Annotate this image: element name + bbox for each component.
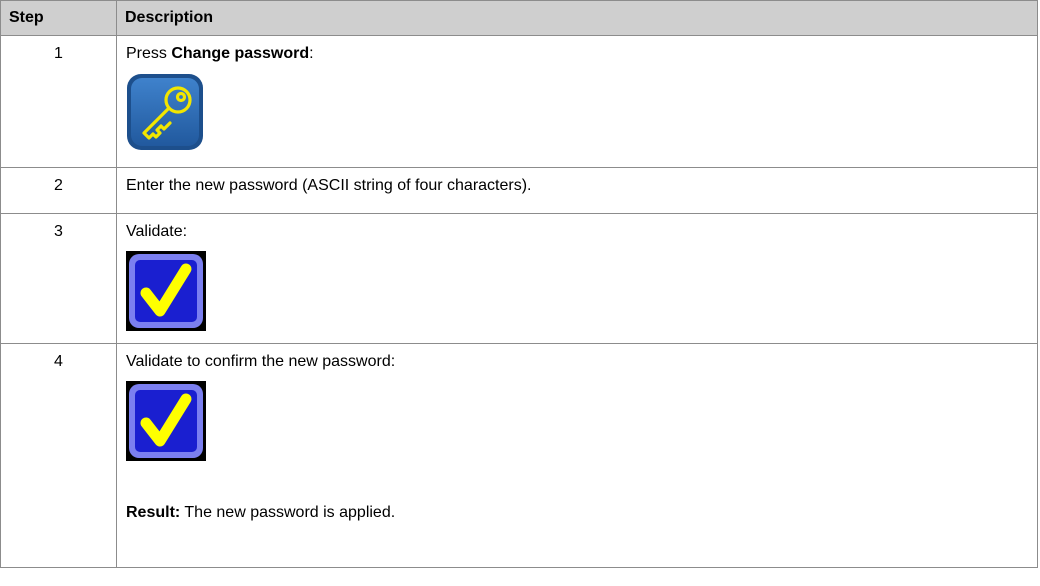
result-label: Result: bbox=[126, 504, 181, 521]
validate-checkmark-icon bbox=[126, 251, 1037, 337]
steps-table: Step Description 1 Press Change password… bbox=[0, 0, 1038, 568]
step-number: 3 bbox=[0, 213, 117, 344]
step-description: Enter the new password (ASCII string of … bbox=[116, 167, 1038, 214]
table-row: 3 Validate: bbox=[0, 213, 1038, 344]
table-header-row: Step Description bbox=[0, 0, 1038, 36]
result-line: Result: The new password is applied. bbox=[126, 504, 395, 521]
confirm-checkmark-icon bbox=[126, 381, 1037, 467]
table-row: 1 Press Change password: bbox=[0, 35, 1038, 168]
step-text: Press bbox=[126, 45, 172, 62]
change-password-key-icon bbox=[126, 73, 1037, 157]
header-step: Step bbox=[0, 0, 117, 36]
step-number: 2 bbox=[0, 167, 117, 214]
step-text: Validate to confirm the new password: bbox=[126, 353, 396, 370]
step-description: Validate: bbox=[116, 213, 1038, 344]
step-description: Validate to confirm the new password: Re… bbox=[116, 343, 1038, 568]
step-number: 4 bbox=[0, 343, 117, 568]
table-row: 4 Validate to confirm the new password: … bbox=[0, 343, 1038, 568]
step-text-suffix: : bbox=[309, 45, 314, 62]
header-description: Description bbox=[116, 0, 1038, 36]
step-text-bold: Change password bbox=[171, 45, 310, 62]
table-row: 2 Enter the new password (ASCII string o… bbox=[0, 167, 1038, 214]
result-text: The new password is applied. bbox=[180, 504, 396, 521]
step-description: Press Change password: bbox=[116, 35, 1038, 168]
step-number: 1 bbox=[0, 35, 117, 168]
step-text: Validate: bbox=[126, 223, 188, 240]
